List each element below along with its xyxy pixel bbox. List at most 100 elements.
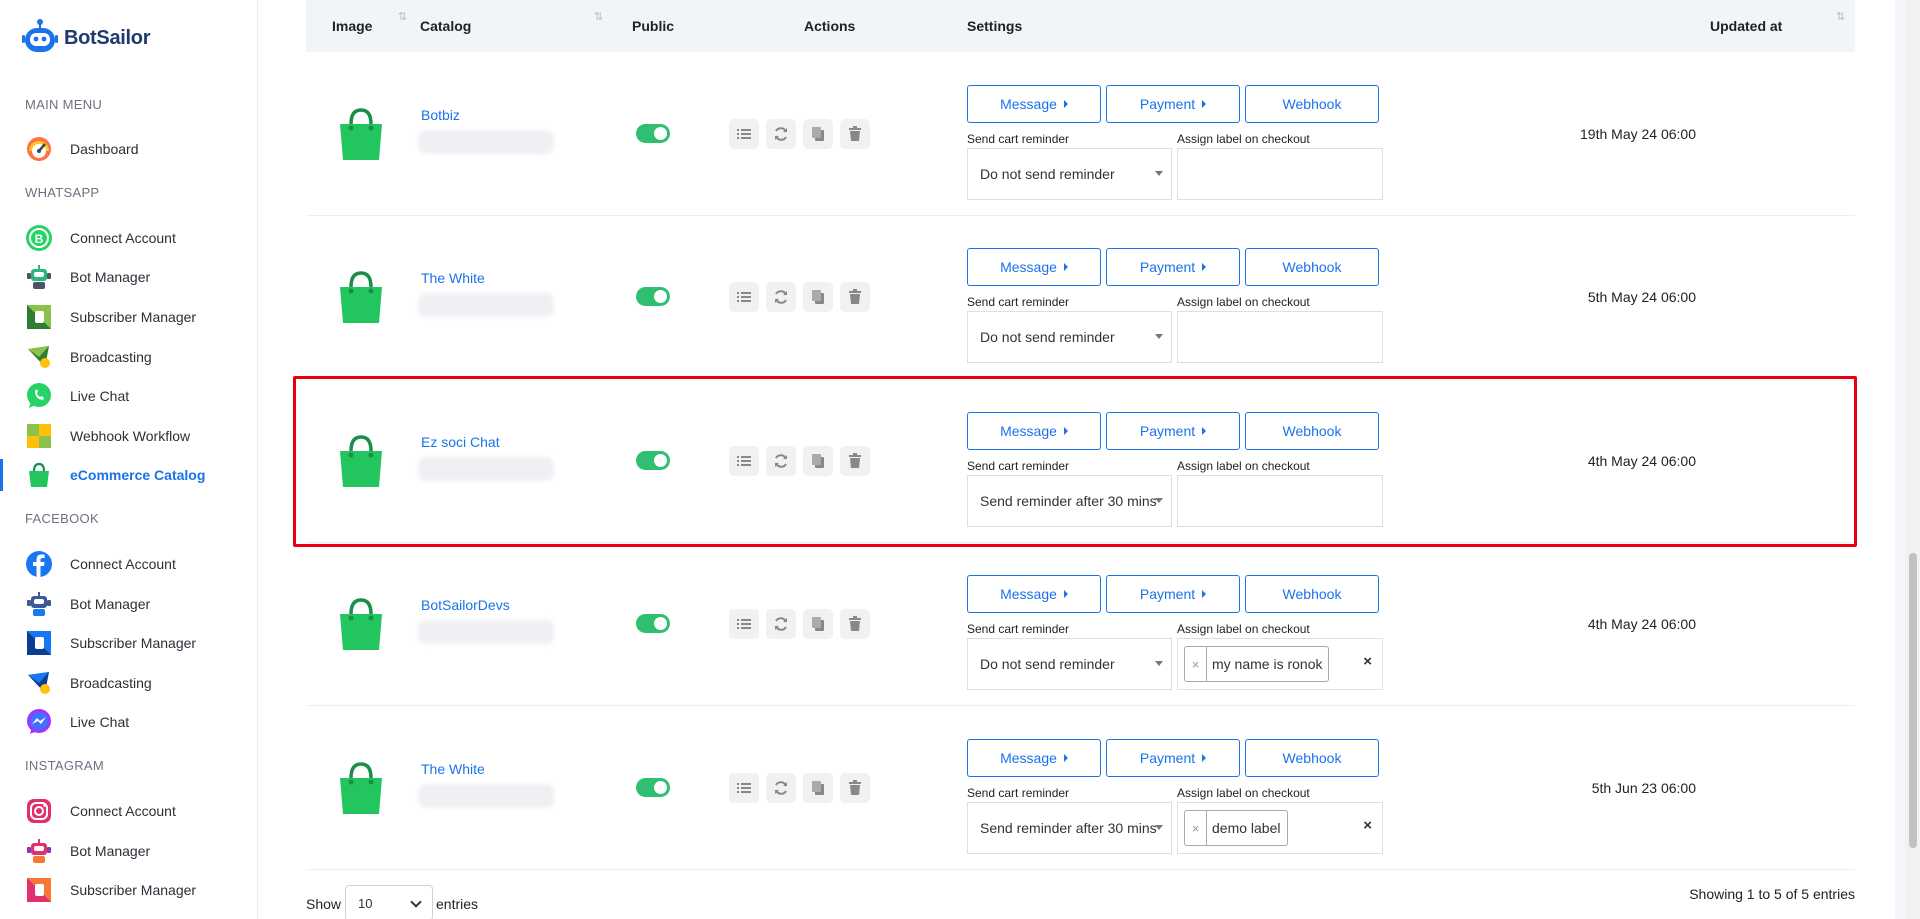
caret-right-icon (1202, 100, 1207, 108)
copy-icon[interactable] (803, 282, 833, 312)
assign-label-input[interactable]: × demo label × (1177, 802, 1383, 854)
message-button[interactable]: Message (967, 412, 1101, 450)
cart-reminder-select[interactable]: Send reminder after 30 mins (967, 802, 1172, 854)
public-toggle[interactable] (636, 614, 670, 633)
list-icon[interactable] (729, 446, 759, 476)
trash-icon[interactable] (840, 446, 870, 476)
payment-button[interactable]: Payment (1106, 739, 1240, 777)
catalog-name-link[interactable]: BotSailorDevs (421, 597, 510, 613)
catalog-name-link[interactable]: The White (421, 270, 485, 286)
trash-icon[interactable] (840, 773, 870, 803)
page-size-select[interactable]: 10 (345, 885, 433, 919)
webhook-button[interactable]: Webhook (1245, 248, 1379, 286)
sidebar-item-wa-ecommerce-catalog[interactable]: eCommerce Catalog (0, 457, 257, 493)
remove-chip-icon[interactable]: × (1185, 647, 1207, 681)
assign-label-input[interactable] (1177, 311, 1383, 363)
list-icon[interactable] (729, 773, 759, 803)
payment-button[interactable]: Payment (1106, 575, 1240, 613)
public-toggle[interactable] (636, 287, 670, 306)
sidebar-item-fb-subscriber-manager[interactable]: Subscriber Manager (0, 625, 257, 661)
trash-icon[interactable] (840, 609, 870, 639)
settings-panel: Message Payment Webhook Send cart remind… (967, 542, 1387, 706)
sidebar-item-fb-broadcasting[interactable]: Broadcasting (0, 665, 257, 701)
sync-icon[interactable] (766, 446, 796, 476)
assign-label-input[interactable] (1177, 148, 1383, 200)
facebook-icon (25, 550, 53, 578)
catalog-name-link[interactable]: Botbiz (421, 107, 460, 123)
sidebar-item-ig-subscriber-manager[interactable]: Subscriber Manager (0, 872, 257, 908)
webhook-button[interactable]: Webhook (1245, 412, 1379, 450)
public-toggle[interactable] (636, 124, 670, 143)
cart-reminder-label: Send cart reminder (967, 295, 1070, 309)
public-toggle[interactable] (636, 451, 670, 470)
trash-icon[interactable] (840, 119, 870, 149)
assign-label-input[interactable] (1177, 475, 1383, 527)
sort-icon[interactable]: ⇅ (398, 10, 407, 23)
copy-icon[interactable] (803, 773, 833, 803)
catalog-name-link[interactable]: The White (421, 761, 485, 777)
assign-label-label: Assign label on checkout (1177, 295, 1310, 309)
cart-reminder-select[interactable]: Do not send reminder (967, 311, 1172, 363)
sidebar-item-dashboard[interactable]: Dashboard (0, 131, 257, 167)
list-icon[interactable] (729, 119, 759, 149)
copy-icon[interactable] (803, 609, 833, 639)
sidebar-item-ig-connect-account[interactable]: Connect Account (0, 793, 257, 829)
payment-button[interactable]: Payment (1106, 412, 1240, 450)
sidebar-item-label: Subscriber Manager (70, 882, 197, 898)
col-image[interactable]: Image (332, 18, 372, 34)
webhook-button[interactable]: Webhook (1245, 575, 1379, 613)
table-row: The White Message Payment Webhook Send c… (306, 215, 1855, 379)
assign-label-input[interactable]: × my name is ronok × (1177, 638, 1383, 690)
col-public[interactable]: Public (632, 18, 674, 34)
remove-chip-icon[interactable]: × (1185, 811, 1207, 845)
sidebar-item-fb-live-chat[interactable]: Live Chat (0, 704, 257, 740)
payment-button[interactable]: Payment (1106, 248, 1240, 286)
settings-panel: Message Payment Webhook Send cart remind… (967, 52, 1387, 216)
message-button[interactable]: Message (967, 739, 1101, 777)
public-toggle[interactable] (636, 778, 670, 797)
cart-reminder-select[interactable]: Do not send reminder (967, 638, 1172, 690)
message-button[interactable]: Message (967, 85, 1101, 123)
sidebar-item-label: Connect Account (70, 803, 176, 819)
sort-icon[interactable]: ⇅ (1836, 10, 1845, 23)
catalog-name-link[interactable]: Ez soci Chat (421, 434, 500, 450)
message-button[interactable]: Message (967, 248, 1101, 286)
cart-reminder-select[interactable]: Send reminder after 30 mins (967, 475, 1172, 527)
webhook-button[interactable]: Webhook (1245, 739, 1379, 777)
sidebar-item-wa-broadcasting[interactable]: Broadcasting (0, 339, 257, 375)
col-updated-at[interactable]: Updated at (1710, 18, 1782, 34)
clear-icon[interactable]: × (1363, 817, 1372, 834)
sidebar-item-wa-bot-manager[interactable]: Bot Manager (0, 259, 257, 295)
copy-icon[interactable] (803, 446, 833, 476)
list-icon[interactable] (729, 282, 759, 312)
scrollbar-thumb[interactable] (1909, 553, 1917, 848)
message-button-label: Message (1000, 96, 1057, 112)
sync-icon[interactable] (766, 609, 796, 639)
assign-label-label: Assign label on checkout (1177, 622, 1310, 636)
message-button[interactable]: Message (967, 575, 1101, 613)
sidebar-item-label: Dashboard (70, 141, 139, 157)
col-catalog[interactable]: Catalog (420, 18, 471, 34)
sidebar-item-label: Broadcasting (70, 675, 152, 691)
webhook-button-label: Webhook (1282, 586, 1342, 602)
sort-icon[interactable]: ⇅ (594, 10, 603, 23)
sync-icon[interactable] (766, 773, 796, 803)
clear-icon[interactable]: × (1363, 653, 1372, 670)
sidebar-item-wa-live-chat[interactable]: Live Chat (0, 378, 257, 414)
page-scrollbar[interactable] (1905, 0, 1920, 919)
sidebar-item-fb-bot-manager[interactable]: Bot Manager (0, 586, 257, 622)
sidebar-item-fb-connect-account[interactable]: Connect Account (0, 546, 257, 582)
sidebar-item-ig-bot-manager[interactable]: Bot Manager (0, 833, 257, 869)
brand[interactable]: BotSailor (22, 18, 151, 58)
trash-icon[interactable] (840, 282, 870, 312)
sidebar-item-wa-connect-account[interactable]: B Connect Account (0, 220, 257, 256)
list-icon[interactable] (729, 609, 759, 639)
copy-icon[interactable] (803, 119, 833, 149)
sidebar-item-wa-subscriber-manager[interactable]: Subscriber Manager (0, 299, 257, 335)
webhook-button[interactable]: Webhook (1245, 85, 1379, 123)
sync-icon[interactable] (766, 119, 796, 149)
cart-reminder-select[interactable]: Do not send reminder (967, 148, 1172, 200)
payment-button[interactable]: Payment (1106, 85, 1240, 123)
sidebar-item-wa-webhook-workflow[interactable]: Webhook Workflow (0, 418, 257, 454)
sync-icon[interactable] (766, 282, 796, 312)
